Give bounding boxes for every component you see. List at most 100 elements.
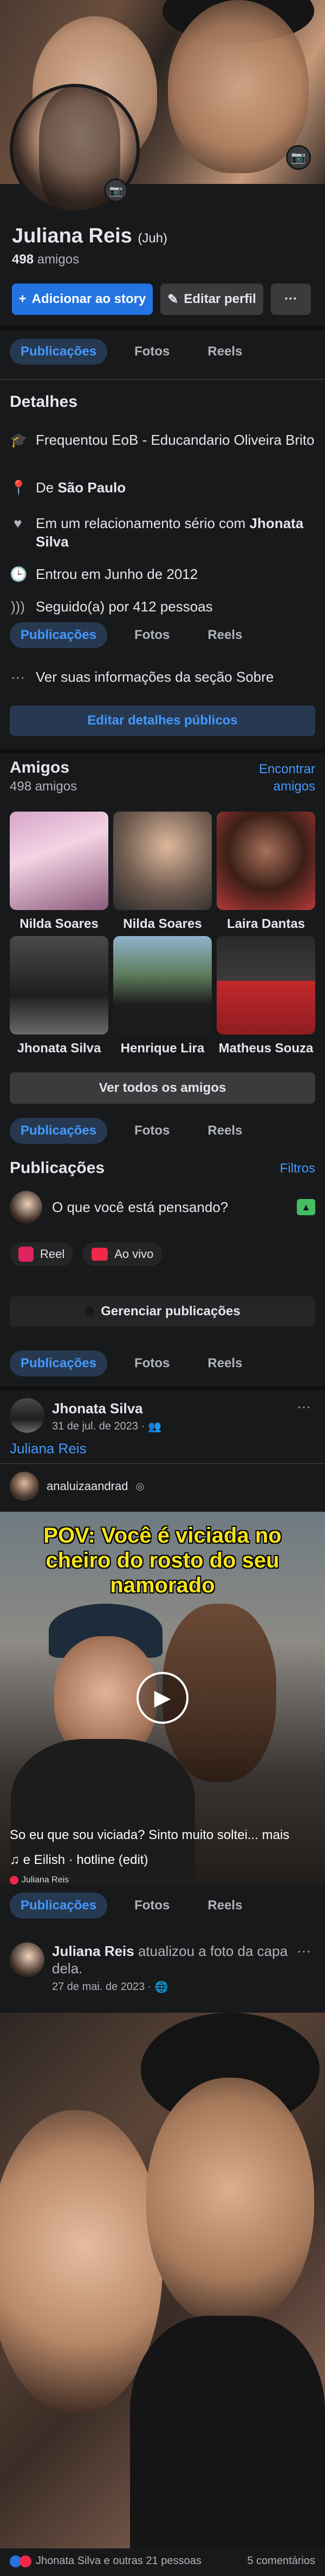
friend-card[interactable]: Laira Dantas — [217, 812, 315, 932]
friend-name: Matheus Souza — [218, 1041, 314, 1056]
detail-hometown-city[interactable]: São Paulo — [57, 479, 126, 496]
post1-author[interactable]: Jhonata Silva — [52, 1400, 143, 1417]
manage-posts-button[interactable]: Gerenciar publicações — [10, 1296, 315, 1327]
reel-caption-text: POV: Você é viciada no cheiro do rosto d… — [43, 1524, 282, 1597]
post2-more-icon[interactable]: ··· — [297, 1942, 311, 1959]
post1-tagged-link[interactable]: Juliana Reis — [10, 1440, 87, 1457]
reel-chip[interactable]: Reel — [10, 1242, 74, 1266]
post2-headline: Juliana Reis atualizou a foto da capa de… — [52, 1942, 290, 1977]
friends-count[interactable]: 498 amigos — [12, 252, 79, 267]
detail-followers[interactable]: ))) Seguido(a) por 412 pessoas — [10, 597, 315, 616]
divider — [0, 326, 325, 330]
manage-posts-label: Gerenciar publicações — [101, 1304, 240, 1319]
ellipsis-icon: ··· — [11, 669, 25, 685]
tab-reels[interactable]: Reels — [197, 1893, 253, 1919]
sticky-tabs: Publicações Fotos Reels — [10, 1118, 253, 1144]
tab-posts[interactable]: Publicações — [10, 1118, 108, 1144]
tab-posts[interactable]: Publicações — [10, 1350, 108, 1376]
edit-public-details-button[interactable]: Editar detalhes públicos — [10, 706, 315, 736]
post1-more-icon[interactable]: ··· — [297, 1398, 311, 1415]
find-friends-link[interactable]: Encontrar amigos — [255, 761, 315, 795]
instagram-icon: ◎ — [135, 1480, 145, 1492]
more-dots-icon: ··· — [284, 292, 297, 306]
post1-author-avatar[interactable] — [10, 1398, 44, 1433]
sticky-tabs: Publicações Fotos Reels — [10, 1350, 253, 1376]
tab-reels[interactable]: Reels — [197, 1350, 253, 1376]
tab-photos[interactable]: Fotos — [123, 1350, 180, 1376]
post2-date[interactable]: 27 de mai. de 2023 · — [52, 1981, 151, 1993]
tab-reels[interactable]: Reels — [197, 1118, 253, 1144]
composer-avatar — [10, 1191, 42, 1223]
edit-profile-button[interactable]: ✎ Editar perfil — [160, 284, 263, 315]
tab-photos[interactable]: Fotos — [123, 622, 180, 648]
tab-posts[interactable]: Publicações — [10, 622, 108, 648]
composer-placeholder[interactable]: O que você está pensando? — [52, 1199, 287, 1216]
see-all-friends-button[interactable]: Ver todos os amigos — [10, 1072, 315, 1104]
live-chip[interactable]: Ao vivo — [83, 1242, 162, 1266]
reactions-summary[interactable]: Jhonata Silva e outras 21 pessoas — [10, 2555, 202, 2567]
sticky-tabs: Publicações Fotos Reels — [10, 622, 253, 648]
play-icon[interactable]: ▶ — [136, 1672, 188, 1724]
friend-card[interactable]: Nilda Soares — [10, 812, 108, 932]
post1-date[interactable]: 31 de jul. de 2023 · — [52, 1420, 145, 1433]
friend-photo — [10, 936, 108, 1035]
tab-posts[interactable]: Publicações — [10, 339, 108, 365]
see-about-link[interactable]: ··· Ver suas informações da seção Sobre — [10, 668, 315, 686]
friend-card[interactable]: Henrique Lira — [113, 936, 212, 1056]
photo-icon[interactable]: ▲ — [297, 1199, 315, 1215]
detail-hometown-prefix: De — [36, 479, 58, 496]
post2-meta: 27 de mai. de 2023 · 🌐 — [52, 1980, 168, 1994]
friend-card[interactable]: Jhonata Silva — [10, 936, 108, 1056]
friend-name: Nilda Soares — [123, 917, 202, 931]
live-chip-label: Ao vivo — [114, 1247, 154, 1261]
friends-count-number: 498 — [12, 252, 34, 267]
friend-photo — [217, 936, 315, 1035]
comments-count[interactable]: 5 comentários — [217, 2555, 315, 2567]
divider — [0, 749, 325, 753]
friends-subtitle: 498 amigos — [10, 779, 77, 794]
avatar-camera-icon[interactable]: 📷 — [104, 179, 128, 202]
rss-icon: ))) — [11, 598, 25, 615]
friend-photo — [217, 812, 315, 910]
friend-photo — [113, 812, 212, 910]
reel-user-row[interactable]: analuizaandrad ◎ — [10, 1472, 144, 1501]
reel-music[interactable]: ♫ e Eilish · hotline (edit) — [10, 1853, 148, 1868]
reel-description[interactable]: So eu que sou viciada? Sinto muito solte… — [10, 1828, 315, 1843]
composer[interactable]: O que você está pensando? ▲ — [10, 1188, 315, 1226]
friend-card[interactable]: Nilda Soares — [113, 812, 212, 932]
friend-photo — [113, 936, 212, 1035]
friends-title: Amigos — [10, 759, 70, 776]
location-pin-icon: 📍 — [10, 479, 28, 496]
tab-photos[interactable]: Fotos — [123, 339, 180, 365]
reel-chip-label: Reel — [40, 1247, 65, 1261]
cover-person-right — [168, 0, 309, 173]
add-story-button[interactable]: + Adicionar ao story — [12, 284, 153, 315]
add-story-label: Adicionar ao story — [31, 292, 146, 306]
reactions-text: Jhonata Silva e outras 21 pessoas — [36, 2555, 202, 2567]
see-about-text: Ver suas informações da seção Sobre — [36, 669, 274, 685]
friends-count-label: amigos — [37, 252, 80, 267]
clock-icon: 🕒 — [10, 566, 28, 582]
tab-photos[interactable]: Fotos — [123, 1118, 180, 1144]
post2-author[interactable]: Juliana Reis — [52, 1943, 134, 1959]
tab-reels[interactable]: Reels — [197, 339, 253, 365]
tab-photos[interactable]: Fotos — [123, 1893, 180, 1919]
reel-username: analuizaandrad — [47, 1479, 128, 1493]
heart-icon: ♥ — [14, 515, 22, 531]
reel-video[interactable]: POV: Você é viciada no cheiro do rosto d… — [0, 1512, 325, 1885]
post2-author-avatar[interactable] — [10, 1942, 44, 1977]
filters-link[interactable]: Filtros — [271, 1161, 315, 1176]
sticky-tabs: Publicações Fotos Reels — [10, 1893, 253, 1919]
post2-photo[interactable] — [0, 2013, 325, 2548]
friend-card[interactable]: Matheus Souza — [217, 936, 315, 1056]
detail-followers-text: Seguido(a) por 412 pessoas — [36, 598, 213, 615]
cover-camera-icon[interactable]: 📷 — [286, 145, 311, 170]
tab-reels[interactable]: Reels — [197, 622, 253, 648]
detail-joined-text: Entrou em Junho de 2012 — [36, 566, 198, 582]
tab-posts[interactable]: Publicações — [10, 1893, 108, 1919]
post1-meta: 31 de jul. de 2023 · 👥 — [52, 1420, 161, 1433]
gear-icon — [84, 1307, 95, 1316]
plus-icon: + — [18, 292, 27, 306]
more-options-button[interactable]: ··· — [271, 284, 311, 315]
friend-name: Nilda Soares — [20, 917, 99, 931]
